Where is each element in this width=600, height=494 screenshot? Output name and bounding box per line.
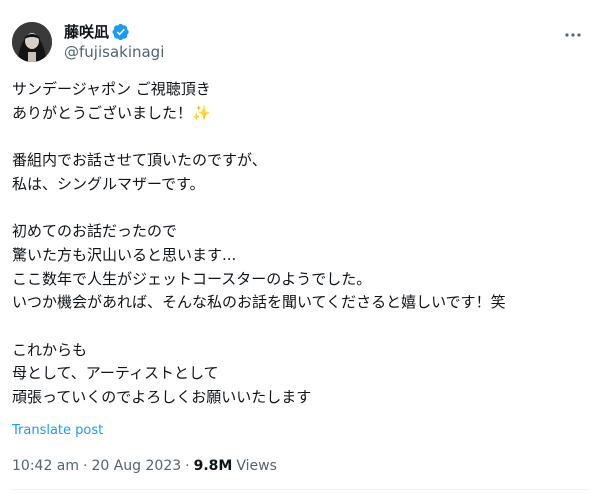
verified-badge-icon [112,23,130,41]
avatar[interactable] [12,22,52,62]
translate-post-link[interactable]: Translate post [12,422,103,440]
divider [12,489,588,490]
display-name[interactable]: 藤咲凪 [64,22,109,42]
user-handle[interactable]: @fujisakinagi [64,42,164,62]
views-count[interactable]: 9.8M [194,456,233,476]
tweet-time[interactable]: 10:42 am [12,456,79,476]
tweet-header: 藤咲凪 @fujisakinagi [12,18,588,66]
views-label: Views [236,458,277,474]
tweet-text: サンデージャポン ご視聴頂き ありがとうございました！✨ 番組内でお話させて頂い… [12,80,506,407]
tweet-date[interactable]: 20 Aug 2023 [91,456,181,476]
tweet-card: 藤咲凪 @fujisakinagi サンデージャポン ご視聴頂き ありがとうござ… [0,0,600,494]
more-options-icon[interactable] [562,24,584,46]
tweet-meta: 10:42 am · 20 Aug 2023 · 9.8M Views [12,456,277,476]
user-names: 藤咲凪 @fujisakinagi [64,22,164,62]
meta-separator: · [185,458,190,474]
meta-separator: · [83,458,88,474]
